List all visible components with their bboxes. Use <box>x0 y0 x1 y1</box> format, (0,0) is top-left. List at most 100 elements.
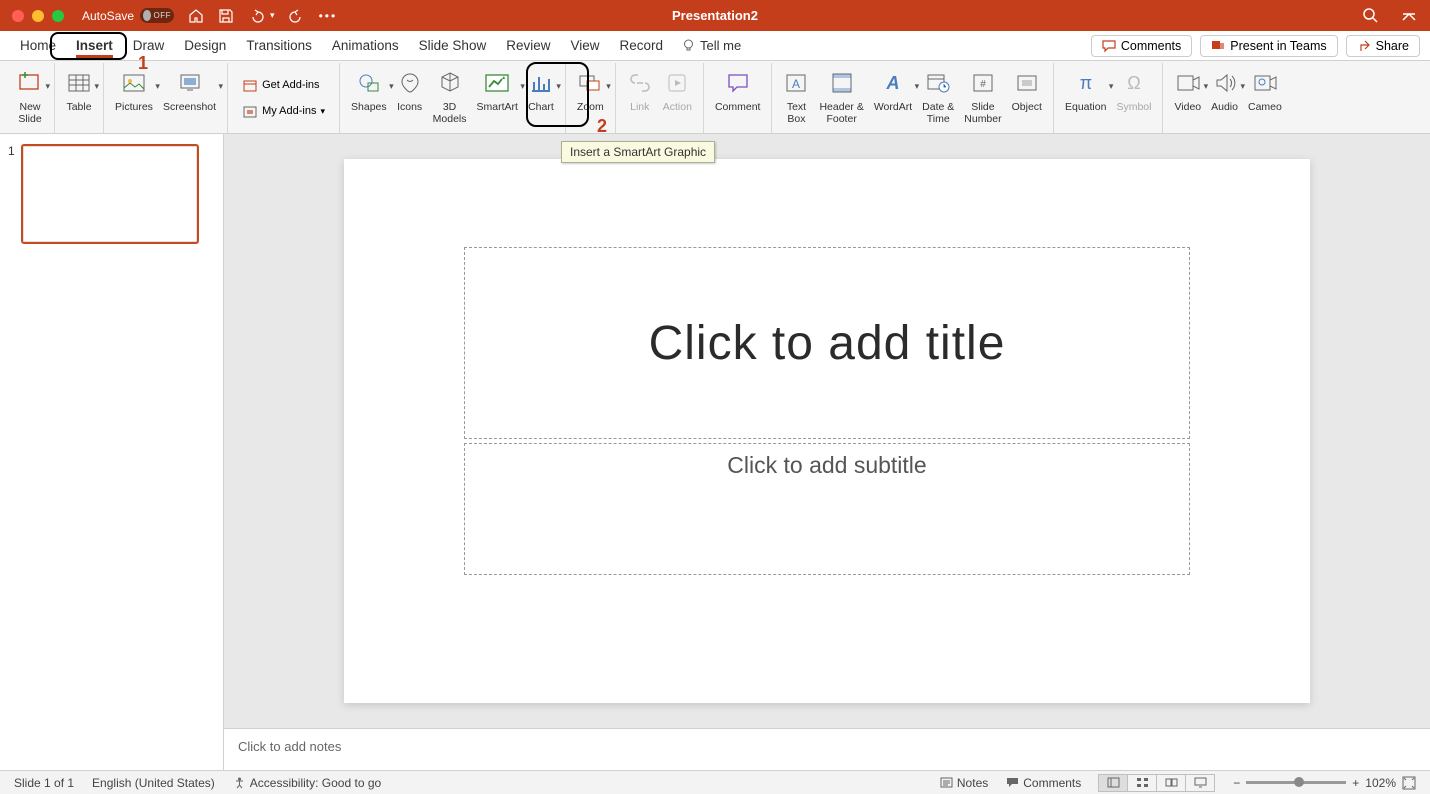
3d-models-button[interactable]: 3D Models <box>428 63 472 133</box>
new-slide-button[interactable]: ▾ New Slide <box>12 63 48 133</box>
undo-icon[interactable] <box>248 8 264 24</box>
subtitle-placeholder[interactable]: Click to add subtitle <box>464 443 1190 575</box>
shapes-button[interactable]: ▾ Shapes <box>346 63 392 133</box>
title-placeholder-text: Click to add title <box>649 316 1006 371</box>
tab-animations[interactable]: Animations <box>322 34 409 57</box>
pictures-button[interactable]: ▾ Pictures <box>110 63 158 133</box>
tab-home[interactable]: Home <box>10 34 66 57</box>
more-icon[interactable]: ••• <box>319 9 338 23</box>
audio-button[interactable]: ▾ Audio <box>1206 63 1243 133</box>
chevron-down-icon: ▾ <box>45 81 50 92</box>
cube-icon <box>437 70 463 96</box>
slideshow-view-button[interactable] <box>1185 774 1215 792</box>
screenshot-button[interactable]: ▾ Screenshot <box>158 63 221 133</box>
symbol-label: Symbol <box>1116 101 1151 113</box>
smartart-tooltip: Insert a SmartArt Graphic <box>561 141 715 163</box>
icons-button[interactable]: Icons <box>392 63 428 133</box>
svg-text:π: π <box>1079 73 1091 93</box>
ribbon-tabs: Home Insert Draw Design Transitions Anim… <box>0 31 1430 61</box>
textbox-label: Text Box <box>787 101 806 125</box>
tab-draw[interactable]: Draw <box>123 34 175 57</box>
notes-pane[interactable]: Click to add notes <box>224 728 1430 770</box>
tab-transitions[interactable]: Transitions <box>236 34 322 57</box>
present-teams-button[interactable]: Present in Teams <box>1200 35 1337 57</box>
comments-toggle-label: Comments <box>1023 776 1081 790</box>
zoom-percent[interactable]: 102% <box>1365 776 1396 790</box>
accessibility-label[interactable]: Accessibility: Good to go <box>233 776 381 790</box>
share-icon <box>1357 39 1371 53</box>
save-icon[interactable] <box>218 8 234 24</box>
textbox-button[interactable]: A Text Box <box>778 63 814 133</box>
smartart-button[interactable]: ▾ SmartArt <box>472 63 523 133</box>
slide[interactable]: Click to add title Click to add subtitle <box>344 159 1310 703</box>
zoom-in-icon[interactable]: + <box>1352 776 1359 790</box>
language-label[interactable]: English (United States) <box>92 776 215 790</box>
slide-number-button[interactable]: # Slide Number <box>959 63 1006 133</box>
table-button[interactable]: ▾ Table <box>61 63 97 133</box>
ribbon-options-icon[interactable] <box>1400 7 1418 25</box>
home-icon[interactable] <box>188 8 204 24</box>
symbol-button: Ω Symbol <box>1111 63 1156 133</box>
annotation-number-1: 1 <box>138 53 148 74</box>
share-button[interactable]: Share <box>1346 35 1420 57</box>
symbol-icon: Ω <box>1121 70 1147 96</box>
chart-button[interactable]: ▾ Chart <box>523 63 559 133</box>
action-button: Action <box>658 63 697 133</box>
tab-review[interactable]: Review <box>496 34 560 57</box>
object-button[interactable]: Object <box>1007 63 1047 133</box>
present-label: Present in Teams <box>1230 39 1326 53</box>
addins-store-icon <box>242 77 258 93</box>
autosave-toggle[interactable]: AutoSave OFF <box>82 8 174 23</box>
zoom-out-icon[interactable]: − <box>1233 776 1240 790</box>
tab-insert[interactable]: Insert <box>66 34 123 57</box>
slide-count-label[interactable]: Slide 1 of 1 <box>14 776 74 790</box>
tab-design[interactable]: Design <box>174 34 236 57</box>
zoom-control[interactable]: − + 102% <box>1233 776 1416 790</box>
date-time-button[interactable]: Date & Time <box>917 63 959 133</box>
wordart-button[interactable]: A▾ WordArt <box>869 63 917 133</box>
icons-icon <box>397 70 423 96</box>
normal-view-button[interactable] <box>1098 774 1128 792</box>
comment-button[interactable]: Comment <box>710 63 766 133</box>
close-window-icon[interactable] <box>12 10 24 22</box>
zoom-knob[interactable] <box>1294 777 1304 787</box>
comments-button[interactable]: Comments <box>1091 35 1192 57</box>
window-controls <box>12 10 64 22</box>
title-placeholder[interactable]: Click to add title <box>464 247 1190 439</box>
notes-toggle-label: Notes <box>957 776 988 790</box>
audio-label: Audio <box>1211 101 1238 113</box>
cameo-icon <box>1252 70 1278 96</box>
normal-view-icon <box>1107 777 1120 788</box>
chart-icon <box>528 70 554 96</box>
fit-to-window-icon[interactable] <box>1402 776 1416 790</box>
thumbnail-row[interactable]: 1 <box>8 144 215 244</box>
comments-status-icon <box>1006 776 1019 789</box>
maximize-window-icon[interactable] <box>52 10 64 22</box>
tab-view[interactable]: View <box>560 34 609 57</box>
lightbulb-icon <box>681 38 696 53</box>
date-time-icon <box>925 70 951 96</box>
undo-dropdown-icon[interactable]: ▾ <box>270 10 275 21</box>
redo-icon[interactable] <box>289 8 305 24</box>
notes-toggle[interactable]: Notes <box>940 776 988 790</box>
get-addins-button[interactable]: Get Add-ins <box>238 74 329 96</box>
tell-me-search[interactable]: Tell me <box>681 38 741 53</box>
tab-slideshow[interactable]: Slide Show <box>409 34 497 57</box>
sorter-view-button[interactable] <box>1127 774 1157 792</box>
svg-text:A: A <box>885 73 899 93</box>
header-footer-button[interactable]: Header & Footer <box>814 63 868 133</box>
equation-button[interactable]: π▾ Equation <box>1060 63 1111 133</box>
cameo-button[interactable]: Cameo <box>1243 63 1287 133</box>
tab-record[interactable]: Record <box>610 34 674 57</box>
toggle-icon[interactable]: OFF <box>140 8 174 23</box>
equation-label: Equation <box>1065 101 1106 113</box>
comments-toggle[interactable]: Comments <box>1006 776 1081 790</box>
search-icon[interactable] <box>1362 7 1380 25</box>
minimize-window-icon[interactable] <box>32 10 44 22</box>
slide-thumbnail[interactable] <box>21 144 199 244</box>
my-addins-button[interactable]: My Add-ins ▾ <box>238 100 329 122</box>
zoom-slider[interactable] <box>1246 781 1346 784</box>
video-button[interactable]: ▾ Video <box>1169 63 1206 133</box>
canvas-scroll[interactable]: Click to add title Click to add subtitle <box>224 134 1430 728</box>
reading-view-button[interactable] <box>1156 774 1186 792</box>
